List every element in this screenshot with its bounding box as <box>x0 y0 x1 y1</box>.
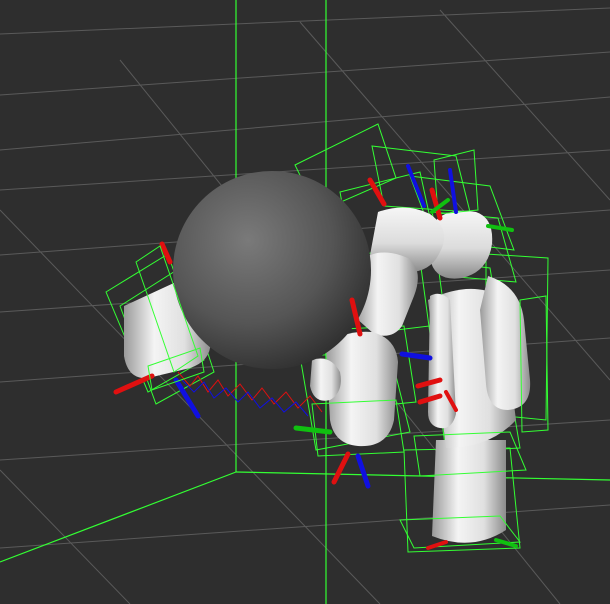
sphere[interactable] <box>173 171 371 369</box>
3d-viewport[interactable] <box>0 0 610 604</box>
constraint-spring <box>177 371 323 417</box>
